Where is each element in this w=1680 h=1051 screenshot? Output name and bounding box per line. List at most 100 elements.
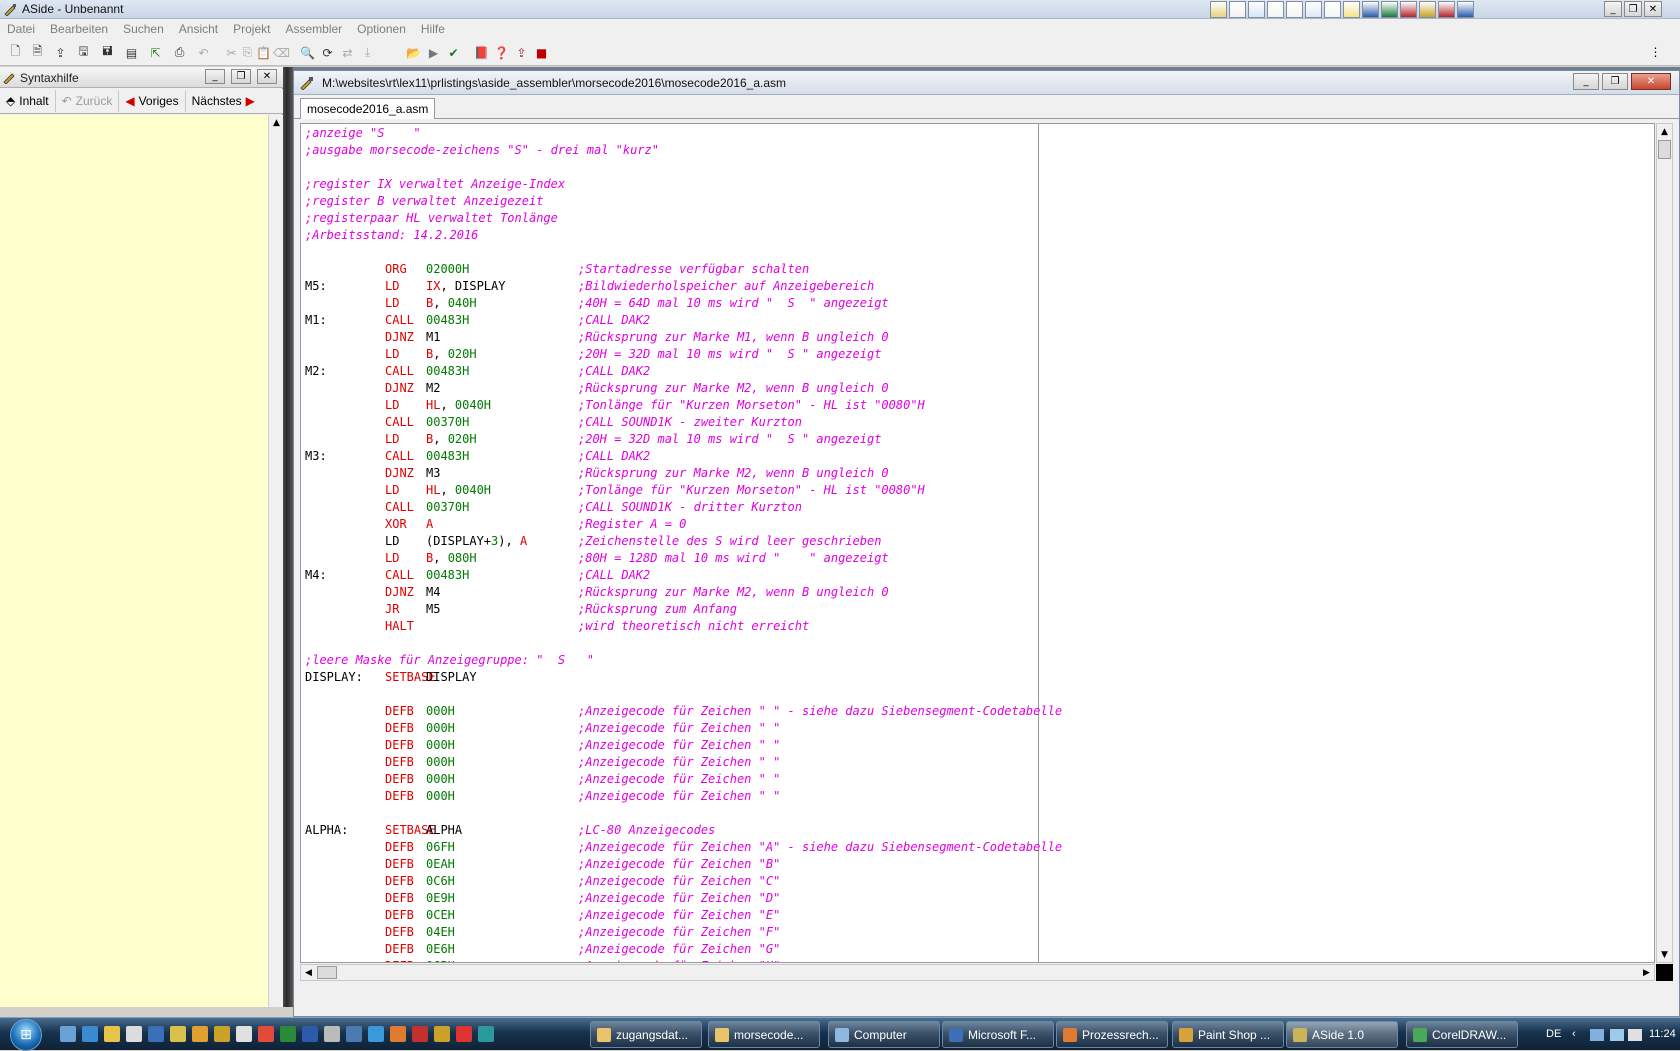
panel-maximize-button[interactable]: ❐	[231, 69, 251, 84]
goto-icon[interactable]: ⤓	[360, 45, 375, 60]
find-icon[interactable]: 🔍	[300, 45, 315, 60]
pdf-icon[interactable]	[390, 1026, 406, 1042]
tab-mosecode2016[interactable]: mosecode2016_a.asm	[300, 98, 436, 119]
menu-item-suchen[interactable]: Suchen	[123, 22, 164, 36]
mail-icon[interactable]	[346, 1026, 362, 1042]
taskbar-button[interactable]: Microsoft F...	[942, 1021, 1054, 1048]
taskbar-button[interactable]: Paint Shop ...	[1172, 1021, 1284, 1048]
size-grip[interactable]	[1656, 964, 1673, 981]
show-desktop-icon[interactable]	[60, 1026, 76, 1042]
scroll-up-icon[interactable]: ▲	[269, 115, 284, 130]
notes-icon[interactable]	[1343, 1, 1360, 18]
menu-item-bearbeiten[interactable]: Bearbeiten	[50, 22, 108, 36]
scroll-up-icon[interactable]: ▲	[1657, 124, 1672, 139]
new-doc-icon[interactable]: 🗎	[30, 44, 45, 60]
tools-icon[interactable]	[170, 1026, 186, 1042]
export-icon[interactable]: ⇱	[148, 45, 163, 60]
start-button[interactable]: ⊞	[10, 1019, 42, 1051]
cmd-icon[interactable]	[236, 1026, 252, 1042]
save-as-icon[interactable]: 🖬	[100, 44, 115, 60]
tools-icon[interactable]	[1438, 1, 1455, 18]
skype-icon[interactable]	[324, 1026, 340, 1042]
paint-icon[interactable]	[104, 1026, 120, 1042]
taskbar-button[interactable]: morsecode...	[708, 1021, 820, 1048]
next-button[interactable]: Nächstes ▶	[186, 90, 261, 112]
arduino-icon[interactable]	[434, 1026, 450, 1042]
contents-button[interactable]: ⬘ Inhalt	[0, 90, 56, 112]
find-next-icon[interactable]: ⟳	[320, 45, 335, 60]
menu-item-optionen[interactable]: Optionen	[357, 22, 406, 36]
tray-expand-icon[interactable]: ‹	[1572, 1028, 1576, 1040]
calendar-icon[interactable]	[1267, 1, 1284, 18]
maximize-button[interactable]: ❐	[1624, 1, 1642, 17]
access-icon[interactable]	[1400, 1, 1417, 18]
minimize-button[interactable]: _	[1604, 1, 1622, 17]
volume-icon[interactable]	[1610, 1029, 1624, 1041]
print-icon[interactable]: ⎙	[172, 45, 187, 60]
run-icon[interactable]: ▶	[426, 45, 441, 60]
excel-icon[interactable]	[1381, 1, 1398, 18]
save-all-icon[interactable]: ▤	[124, 45, 139, 60]
horizontal-scroll-thumb[interactable]	[317, 966, 337, 979]
explorer-icon[interactable]	[1210, 1, 1227, 18]
settings-icon[interactable]	[1419, 1, 1436, 18]
panel-minimize-button[interactable]: _	[205, 69, 225, 84]
calc-icon[interactable]	[126, 1026, 142, 1042]
taskbar-button[interactable]: zugangsdat...	[590, 1021, 702, 1048]
undo-icon[interactable]: ↶	[196, 45, 211, 60]
paste-icon[interactable]: 📋	[256, 45, 271, 60]
copy-icon[interactable]: ⎘	[240, 45, 255, 60]
help-icon[interactable]	[1457, 1, 1474, 18]
open-project-icon[interactable]: 📂	[406, 45, 421, 60]
word-icon[interactable]	[1362, 1, 1379, 18]
menu-item-projekt[interactable]: Projekt	[233, 22, 270, 36]
menu-item-hilfe[interactable]: Hilfe	[421, 22, 445, 36]
menu-item-assembler[interactable]: Assembler	[285, 22, 342, 36]
replace-icon[interactable]: ⇄	[340, 45, 355, 60]
menu-item-datei[interactable]: Datei	[7, 22, 35, 36]
export-hex-icon[interactable]: ⇪	[514, 45, 529, 60]
editor-vertical-scrollbar[interactable]: ▲ ▼	[1656, 123, 1673, 963]
taskbar-button[interactable]: Computer	[828, 1021, 940, 1048]
contacts-icon[interactable]	[1324, 1, 1341, 18]
menu-item-ansicht[interactable]: Ansicht	[179, 22, 218, 36]
editor-minimize-button[interactable]: _	[1573, 73, 1599, 90]
tray-app-icon[interactable]	[1628, 1029, 1642, 1041]
task-icon[interactable]	[1286, 1, 1303, 18]
panel-close-button[interactable]: ✕	[257, 69, 277, 84]
help-icon[interactable]: ❓	[494, 45, 509, 60]
language-indicator[interactable]: DE	[1546, 1028, 1561, 1040]
brush-icon[interactable]	[412, 1026, 428, 1042]
editor-restore-button[interactable]: ❐	[1602, 73, 1628, 90]
teal-app-icon[interactable]	[478, 1026, 494, 1042]
notepad-icon[interactable]	[148, 1026, 164, 1042]
pen-icon[interactable]	[192, 1026, 208, 1042]
game-icon[interactable]	[258, 1026, 274, 1042]
network-icon[interactable]	[1590, 1029, 1604, 1041]
stop-icon[interactable]: ■	[534, 45, 549, 60]
card-icon[interactable]	[1305, 1, 1322, 18]
taskbar-button[interactable]: ASide 1.0	[1286, 1021, 1398, 1048]
pencil-icon[interactable]	[214, 1026, 230, 1042]
code-editor[interactable]: ;anzeige "S " ;ausgabe morsecode-zeichens…	[300, 123, 1655, 963]
firefox-icon[interactable]	[368, 1026, 384, 1042]
toolbar-options-icon[interactable]: ⋮	[1648, 44, 1663, 59]
taskbar-button[interactable]: CorelDRAW...	[1406, 1021, 1518, 1048]
scroll-right-icon[interactable]: ▶	[1639, 965, 1654, 980]
vertical-scroll-thumb[interactable]	[1658, 140, 1671, 159]
red-app-icon[interactable]	[456, 1026, 472, 1042]
book-icon[interactable]: 📕	[474, 45, 489, 60]
taskbar-button[interactable]: Prozessrech...	[1056, 1021, 1168, 1048]
close-button[interactable]: ✕	[1644, 1, 1662, 17]
back-button[interactable]: ↶ Zurück	[56, 90, 120, 112]
new-file-icon[interactable]: 🗋	[8, 44, 23, 60]
scroll-left-icon[interactable]: ◀	[301, 965, 316, 980]
help-scrollbar[interactable]: ▲	[268, 115, 283, 1007]
panel-splitter[interactable]	[283, 67, 293, 1007]
ie-icon[interactable]	[82, 1026, 98, 1042]
editor-close-button[interactable]: ✕	[1631, 73, 1671, 90]
open-icon[interactable]: ⇪	[53, 45, 68, 60]
clock[interactable]: 11:24	[1649, 1028, 1676, 1040]
save-icon[interactable]: 🖫	[76, 44, 91, 60]
cut-icon[interactable]: ✂	[224, 45, 239, 60]
